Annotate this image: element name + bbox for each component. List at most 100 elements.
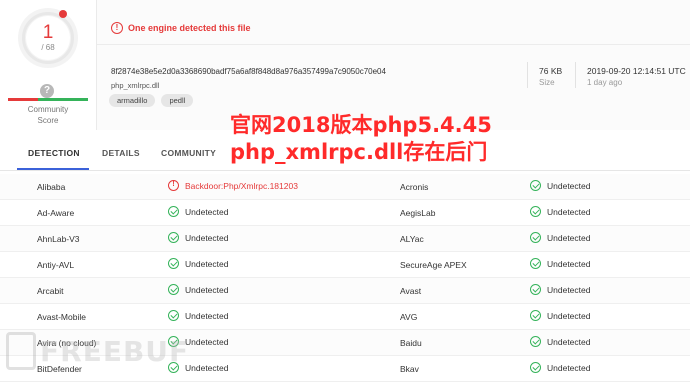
table-row: Arcabit Undetected Avast Undetected	[0, 278, 690, 304]
engine-name: Avast-Mobile	[37, 312, 86, 322]
overlay-line-2: php_xmlrpc.dll存在后门	[230, 140, 488, 164]
engine-name: Avast	[400, 286, 422, 296]
detection-result: Undetected	[530, 310, 590, 321]
table-row: Avast-Mobile Undetected AVG Undetected	[0, 304, 690, 330]
community-score-text: Community	[27, 105, 69, 114]
tab-detection[interactable]: DETECTION	[28, 148, 80, 158]
detection-count: 1	[42, 22, 54, 43]
gauge-center: 1 / 68	[26, 16, 70, 60]
detection-result: Undetected	[530, 232, 590, 243]
check-icon	[530, 310, 541, 321]
detection-result: Undetected	[168, 258, 228, 269]
result-text: Undetected	[547, 362, 591, 373]
header-divider	[97, 44, 690, 45]
community-score-bar	[8, 98, 88, 101]
detection-result: ! Backdoor:Php/Xmlrpc.181203	[168, 180, 298, 191]
result-text: Backdoor:Php/Xmlrpc.181203	[185, 180, 298, 191]
engine-name: Acronis	[400, 182, 429, 192]
check-icon	[168, 232, 179, 243]
check-icon	[168, 258, 179, 269]
result-text: Undetected	[185, 310, 229, 321]
detection-result: Undetected	[168, 310, 228, 321]
check-icon	[530, 362, 541, 373]
table-row: Alibaba! Backdoor:Php/Xmlrpc.181203 Acroni…	[0, 174, 690, 200]
file-name: php_xmlrpc.dll	[111, 81, 160, 90]
result-text: Undetected	[185, 258, 229, 269]
watermark-text: FREEBUF	[40, 334, 190, 368]
analysis-date-value: 2019-09-20 12:14:51 UTC	[587, 66, 686, 76]
alert-icon: !	[111, 22, 123, 34]
engine-name: AegisLab	[400, 208, 436, 218]
result-text: Undetected	[547, 258, 591, 269]
active-tab-indicator	[17, 168, 89, 170]
engine-name: AhnLab-V3	[37, 234, 80, 244]
detection-result: Undetected	[530, 258, 590, 269]
detection-score-gauge: 1 / 68	[18, 8, 78, 68]
tag-armadillo[interactable]: armadillo	[109, 94, 156, 107]
check-icon	[530, 336, 541, 347]
column-divider	[575, 62, 576, 88]
watermark: FREEBUF	[6, 332, 189, 370]
table-row: AhnLab-V3 Undetected ALYac Undetected	[0, 226, 690, 252]
engine-name: Bkav	[400, 364, 419, 374]
file-size-value: 76 KB	[539, 66, 563, 76]
engine-name: Baidu	[400, 338, 422, 348]
score-panel: 1 / 68 ? Community Score	[0, 0, 96, 140]
table-row: Ad-Aware Undetected AegisLab Undetected	[0, 200, 690, 226]
engine-name: Arcabit	[37, 286, 64, 296]
engine-name: Antiy-AVL	[37, 260, 75, 270]
detection-result: Undetected	[168, 206, 228, 217]
check-icon	[530, 180, 541, 191]
engine-name: ALYac	[400, 234, 424, 244]
result-text: Undetected	[185, 232, 229, 243]
community-score-label: Community Score	[10, 104, 86, 126]
result-text: Undetected	[547, 232, 591, 243]
overlay-caption: 官网2018版本php5.4.45 php_xmlrpc.dll存在后门	[230, 112, 530, 166]
detection-result: Undetected	[530, 284, 590, 295]
detection-alert: ! One engine detected this file	[111, 22, 251, 34]
engine-name: AVG	[400, 312, 418, 322]
score-bar-positive	[38, 98, 88, 101]
score-bar-negative	[8, 98, 39, 101]
detection-result: Undetected	[530, 180, 590, 191]
detection-result: Undetected	[530, 362, 590, 373]
result-text: Undetected	[185, 284, 229, 295]
detection-result: Undetected	[168, 232, 228, 243]
check-icon	[168, 284, 179, 295]
detection-result: Undetected	[530, 206, 590, 217]
check-icon	[530, 206, 541, 217]
engine-name: Ad-Aware	[37, 208, 75, 218]
overlay-line-1: 官网2018版本php5.4.45	[230, 113, 492, 137]
check-icon	[168, 206, 179, 217]
tab-details[interactable]: DETAILS	[102, 148, 140, 158]
tag-pedll[interactable]: pedll	[161, 94, 194, 107]
check-icon	[530, 258, 541, 269]
gauge-indicator-dot	[59, 10, 67, 18]
detection-result: Undetected	[168, 284, 228, 295]
tab-community[interactable]: COMMUNITY	[161, 148, 216, 158]
file-hash[interactable]: 8f2874e38e5e2d0a3368690badf75a6af8f848d8…	[111, 67, 386, 76]
file-size-label: Size	[539, 78, 555, 87]
check-icon	[530, 232, 541, 243]
result-text: Undetected	[547, 284, 591, 295]
result-text: Undetected	[547, 310, 591, 321]
question-icon[interactable]: ?	[40, 84, 54, 98]
watermark-logo-icon	[6, 332, 36, 370]
result-text: Undetected	[185, 362, 229, 373]
file-summary-card: ! One engine detected this file 8f2874e3…	[96, 0, 690, 130]
engine-name: SecureAge APEX	[400, 260, 467, 270]
column-divider	[527, 62, 528, 88]
result-text: Undetected	[547, 206, 591, 217]
result-text: Undetected	[185, 206, 229, 217]
alert-icon: !	[168, 180, 179, 191]
community-score-text: Score	[37, 116, 59, 125]
result-text: Undetected	[185, 336, 229, 347]
engine-name: Alibaba	[37, 182, 66, 192]
alert-text: One engine detected this file	[128, 23, 251, 33]
table-row: Antiy-AVL Undetected SecureAge APEX Undetec…	[0, 252, 690, 278]
check-icon	[530, 284, 541, 295]
check-icon	[168, 310, 179, 321]
result-text: Undetected	[547, 336, 591, 347]
tag-list: armadillo pedll	[109, 94, 194, 107]
result-text: Undetected	[547, 180, 591, 191]
